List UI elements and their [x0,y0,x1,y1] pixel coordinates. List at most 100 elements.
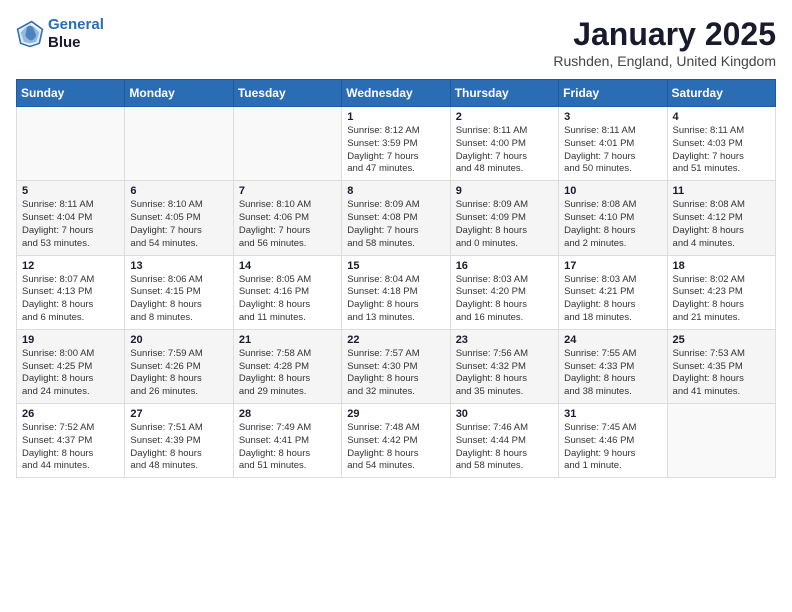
calendar-day-cell: 21 Sunrise: 7:58 AM Sunset: 4:28 PM Dayli… [233,329,341,403]
weekday-header: Friday [559,80,667,107]
calendar-day-cell: 30 Sunrise: 7:46 AM Sunset: 4:44 PM Dayli… [450,404,558,478]
day-info: Sunrise: 8:09 AM Sunset: 4:08 PM Dayligh… [347,199,444,250]
day-info: Sunrise: 7:57 AM Sunset: 4:30 PM Dayligh… [347,348,444,399]
location: Rushden, England, United Kingdom [553,53,776,69]
month-title: January 2025 [553,16,776,53]
calendar-day-cell: 11Sunrise: 8:08 AM Sunset: 4:12 PM Dayli… [667,181,775,255]
day-number: 19 [22,334,119,346]
calendar-day-cell: 20Sunrise: 7:59 AM Sunset: 4:26 PM Dayli… [125,329,233,403]
calendar-day-cell: 4Sunrise: 8:11 AM Sunset: 4:03 PM Daylig… [667,107,775,181]
calendar-day-cell: 15 Sunrise: 8:04 AM Sunset: 4:18 PM Dayli… [342,255,450,329]
calendar-day-cell: 5 Sunrise: 8:11 AM Sunset: 4:04 PM Daylig… [17,181,125,255]
day-number: 28 [239,408,336,420]
day-number: 24 [564,334,661,346]
day-number: 7 [239,185,336,197]
day-number: 25 [673,334,770,346]
day-info: Sunrise: 8:02 AM Sunset: 4:23 PM Dayligh… [673,274,770,325]
day-number: 29 [347,408,444,420]
day-info: Sunrise: 7:58 AM Sunset: 4:28 PM Dayligh… [239,348,336,399]
day-number: 5 [22,185,119,197]
day-number: 17 [564,260,661,272]
weekday-header: Saturday [667,80,775,107]
calendar-day-cell: 1Sunrise: 8:12 AM Sunset: 3:59 PM Daylig… [342,107,450,181]
calendar-day-cell: 3 Sunrise: 8:11 AM Sunset: 4:01 PM Daylig… [559,107,667,181]
calendar-day-cell: 12 Sunrise: 8:07 AM Sunset: 4:13 PM Dayli… [17,255,125,329]
logo-line1: General [48,16,104,33]
day-number: 15 [347,260,444,272]
day-number: 22 [347,334,444,346]
day-info: Sunrise: 7:55 AM Sunset: 4:33 PM Dayligh… [564,348,661,399]
day-info: Sunrise: 8:11 AM Sunset: 4:00 PM Dayligh… [456,125,553,176]
calendar-week-row: 12 Sunrise: 8:07 AM Sunset: 4:13 PM Dayli… [17,255,776,329]
day-info: Sunrise: 7:45 AM Sunset: 4:46 PM Dayligh… [564,422,661,473]
day-number: 13 [130,260,227,272]
calendar-day-cell [667,404,775,478]
calendar-week-row: 5 Sunrise: 8:11 AM Sunset: 4:04 PM Daylig… [17,181,776,255]
day-number: 31 [564,408,661,420]
weekday-header: Monday [125,80,233,107]
calendar-day-cell: 23Sunrise: 7:56 AM Sunset: 4:32 PM Dayli… [450,329,558,403]
weekday-header-row: SundayMondayTuesdayWednesdayThursdayFrid… [17,80,776,107]
logo-text: General Blue [48,16,104,52]
calendar-day-cell: 7 Sunrise: 8:10 AM Sunset: 4:06 PM Daylig… [233,181,341,255]
day-info: Sunrise: 8:11 AM Sunset: 4:03 PM Dayligh… [673,125,770,176]
weekday-header: Tuesday [233,80,341,107]
calendar-day-cell: 27Sunrise: 7:51 AM Sunset: 4:39 PM Dayli… [125,404,233,478]
day-number: 16 [456,260,553,272]
logo-icon [16,20,44,48]
day-info: Sunrise: 7:48 AM Sunset: 4:42 PM Dayligh… [347,422,444,473]
weekday-header: Thursday [450,80,558,107]
day-info: Sunrise: 8:05 AM Sunset: 4:16 PM Dayligh… [239,274,336,325]
weekday-header: Wednesday [342,80,450,107]
calendar-week-row: 1Sunrise: 8:12 AM Sunset: 3:59 PM Daylig… [17,107,776,181]
calendar-week-row: 19Sunrise: 8:00 AM Sunset: 4:25 PM Dayli… [17,329,776,403]
calendar-day-cell: 8 Sunrise: 8:09 AM Sunset: 4:08 PM Daylig… [342,181,450,255]
day-number: 6 [130,185,227,197]
calendar-day-cell: 28Sunrise: 7:49 AM Sunset: 4:41 PM Dayli… [233,404,341,478]
day-number: 30 [456,408,553,420]
day-info: Sunrise: 8:07 AM Sunset: 4:13 PM Dayligh… [22,274,119,325]
calendar-day-cell [233,107,341,181]
calendar-week-row: 26Sunrise: 7:52 AM Sunset: 4:37 PM Dayli… [17,404,776,478]
day-number: 2 [456,111,553,123]
header: General Blue January 2025 Rushden, Engla… [16,16,776,69]
day-info: Sunrise: 8:08 AM Sunset: 4:10 PM Dayligh… [564,199,661,250]
day-info: Sunrise: 7:51 AM Sunset: 4:39 PM Dayligh… [130,422,227,473]
day-info: Sunrise: 8:03 AM Sunset: 4:20 PM Dayligh… [456,274,553,325]
calendar-day-cell: 9 Sunrise: 8:09 AM Sunset: 4:09 PM Daylig… [450,181,558,255]
day-info: Sunrise: 8:10 AM Sunset: 4:06 PM Dayligh… [239,199,336,250]
day-info: Sunrise: 8:12 AM Sunset: 3:59 PM Dayligh… [347,125,444,176]
day-info: Sunrise: 7:46 AM Sunset: 4:44 PM Dayligh… [456,422,553,473]
calendar-day-cell [17,107,125,181]
day-number: 12 [22,260,119,272]
day-info: Sunrise: 8:11 AM Sunset: 4:04 PM Dayligh… [22,199,119,250]
calendar-day-cell [125,107,233,181]
calendar-day-cell: 24 Sunrise: 7:55 AM Sunset: 4:33 PM Dayli… [559,329,667,403]
day-info: Sunrise: 8:11 AM Sunset: 4:01 PM Dayligh… [564,125,661,176]
day-info: Sunrise: 8:06 AM Sunset: 4:15 PM Dayligh… [130,274,227,325]
day-number: 14 [239,260,336,272]
day-number: 20 [130,334,227,346]
day-info: Sunrise: 8:04 AM Sunset: 4:18 PM Dayligh… [347,274,444,325]
day-number: 10 [564,185,661,197]
calendar-day-cell: 19Sunrise: 8:00 AM Sunset: 4:25 PM Dayli… [17,329,125,403]
day-info: Sunrise: 8:09 AM Sunset: 4:09 PM Dayligh… [456,199,553,250]
day-number: 26 [22,408,119,420]
day-number: 8 [347,185,444,197]
calendar: SundayMondayTuesdayWednesdayThursdayFrid… [16,79,776,478]
calendar-day-cell: 25 Sunrise: 7:53 AM Sunset: 4:35 PM Dayli… [667,329,775,403]
day-info: Sunrise: 7:53 AM Sunset: 4:35 PM Dayligh… [673,348,770,399]
weekday-header: Sunday [17,80,125,107]
day-info: Sunrise: 8:08 AM Sunset: 4:12 PM Dayligh… [673,199,770,250]
calendar-day-cell: 17 Sunrise: 8:03 AM Sunset: 4:21 PM Dayli… [559,255,667,329]
calendar-day-cell: 10 Sunrise: 8:08 AM Sunset: 4:10 PM Dayli… [559,181,667,255]
day-number: 9 [456,185,553,197]
logo-line2: Blue [48,34,104,52]
day-number: 23 [456,334,553,346]
calendar-day-cell: 13 Sunrise: 8:06 AM Sunset: 4:15 PM Dayli… [125,255,233,329]
day-number: 18 [673,260,770,272]
day-number: 3 [564,111,661,123]
day-info: Sunrise: 8:03 AM Sunset: 4:21 PM Dayligh… [564,274,661,325]
logo: General Blue [16,16,104,52]
day-number: 21 [239,334,336,346]
